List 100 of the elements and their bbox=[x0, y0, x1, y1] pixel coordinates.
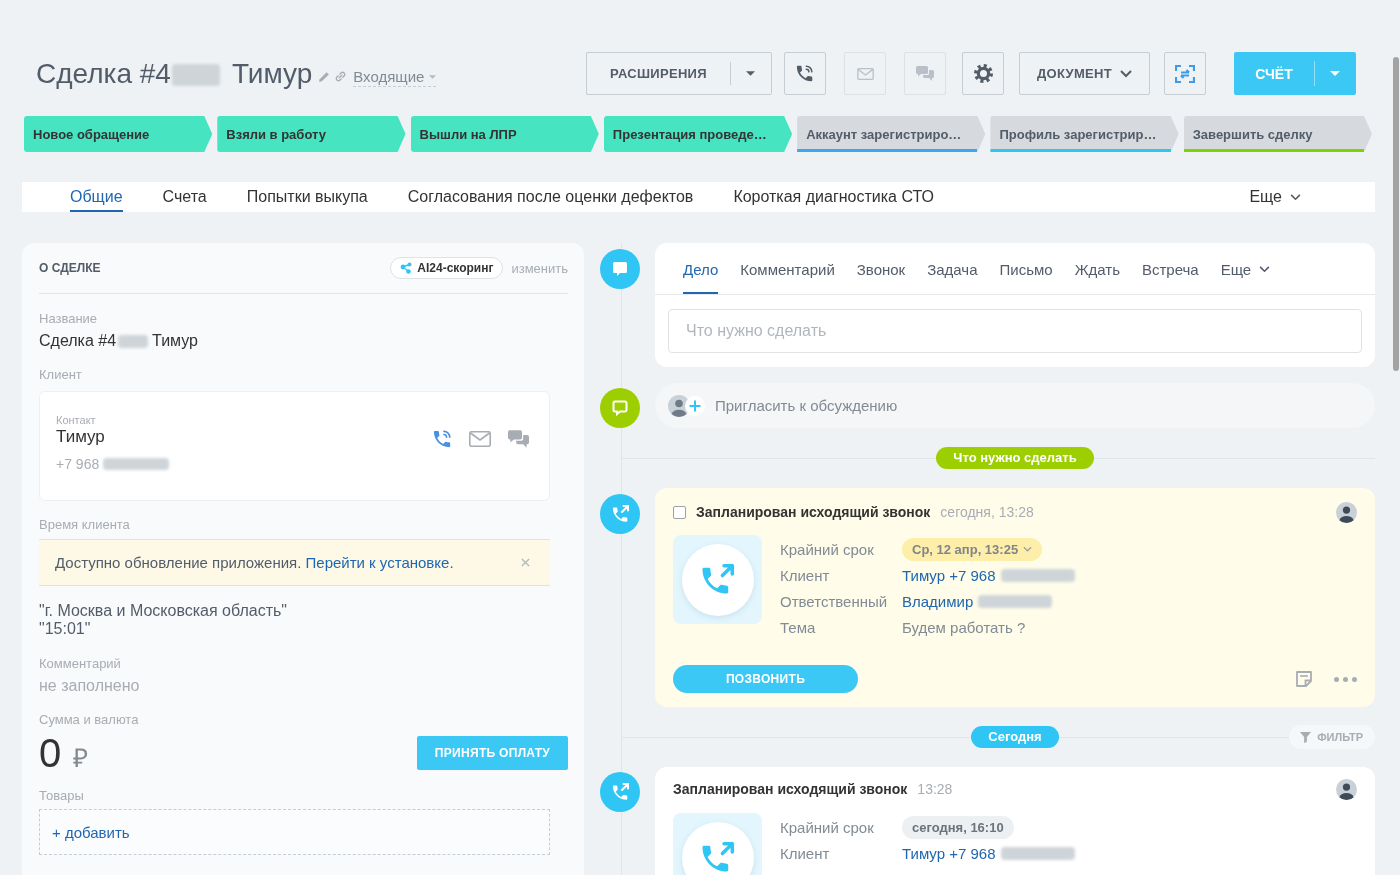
scoring-button[interactable]: AI24-скоринг bbox=[390, 257, 504, 279]
deal-name-value: Сделка #4 bbox=[39, 331, 117, 351]
close-icon[interactable] bbox=[521, 558, 530, 567]
caret-icon bbox=[746, 71, 755, 76]
scrollbar-thumb[interactable] bbox=[1393, 57, 1399, 371]
field-link[interactable]: Тимур +7 968 bbox=[902, 566, 996, 584]
invoice-menu-button[interactable] bbox=[1314, 52, 1356, 95]
outgoing-call-icon bbox=[600, 772, 640, 812]
field-label: Комментарий bbox=[39, 656, 122, 672]
tab[interactable]: Согласования после оценки дефектов bbox=[407, 182, 694, 212]
comment-icon bbox=[600, 388, 640, 428]
composer-tab[interactable]: Ждать bbox=[1074, 243, 1120, 294]
corner-arrows-icon bbox=[1175, 64, 1195, 83]
contact-name-link[interactable]: Тимур bbox=[56, 427, 433, 447]
composer-tab[interactable]: Комментарий bbox=[740, 243, 835, 294]
client-region: "г. Москва и Московская область" bbox=[39, 602, 288, 620]
field-label: Товары bbox=[39, 788, 85, 804]
outgoing-call-icon bbox=[600, 494, 640, 534]
avatar-icon[interactable] bbox=[1336, 778, 1357, 800]
extensions-button[interactable]: РАСШИРЕНИЯ bbox=[586, 52, 730, 95]
deal-title: Тимур bbox=[231, 57, 313, 90]
note-icon[interactable] bbox=[1295, 670, 1313, 688]
composer-tab[interactable]: Письмо bbox=[999, 243, 1053, 294]
field-value: Будем работать ? bbox=[902, 618, 1026, 636]
chevron-down-icon bbox=[1023, 546, 1033, 552]
plus-icon bbox=[685, 395, 705, 416]
comment-value: не заполнено bbox=[39, 676, 141, 696]
filter-icon bbox=[1300, 731, 1312, 743]
checkbox[interactable] bbox=[673, 505, 686, 519]
section-label: Сегодня bbox=[971, 726, 1059, 748]
activity-title: Запланирован исходящий звонок bbox=[673, 781, 908, 797]
field-label: Клиент bbox=[780, 566, 831, 584]
composer-tab[interactable]: Задача bbox=[927, 243, 978, 294]
chevron-down-icon bbox=[1259, 266, 1271, 273]
task-input[interactable]: Что нужно сделать bbox=[668, 309, 1362, 353]
field-link[interactable]: Владимир bbox=[902, 592, 974, 610]
composer-tab[interactable]: Звонок bbox=[856, 243, 906, 294]
field-label: Крайний срок bbox=[780, 540, 875, 558]
chevron-down-icon bbox=[1119, 69, 1132, 78]
currency-symbol: ₽ bbox=[73, 742, 89, 775]
deadline-badge: сегодня, 16:10 bbox=[902, 815, 1014, 839]
client-time: "15:01" bbox=[39, 620, 92, 638]
nodes-icon bbox=[400, 262, 413, 274]
stage-button[interactable]: Презентация проведе… bbox=[603, 116, 793, 152]
stage-button[interactable]: Аккаунт зарегистриро… bbox=[797, 116, 986, 152]
tab[interactable]: Короткая диагностика СТО bbox=[733, 182, 934, 212]
products-field[interactable]: + добавить bbox=[39, 809, 550, 855]
category-dropdown[interactable]: Входящие bbox=[353, 68, 437, 87]
tab[interactable]: Попытки выкупа bbox=[246, 182, 368, 212]
contact-phone: +7 968 bbox=[56, 455, 100, 473]
tab[interactable]: Общие bbox=[70, 182, 123, 212]
mail-icon[interactable] bbox=[469, 431, 491, 447]
mail-icon bbox=[856, 67, 874, 80]
document-button[interactable]: ДОКУМЕНТ bbox=[1019, 52, 1150, 95]
field-label: Крайний срок bbox=[780, 818, 875, 836]
call-button[interactable] bbox=[784, 52, 826, 95]
tab[interactable]: Счета bbox=[162, 182, 207, 212]
caret-icon bbox=[1330, 71, 1340, 76]
stage-button[interactable]: Вышли на ЛПР bbox=[410, 116, 599, 152]
stage-button[interactable]: Взяли в работу bbox=[217, 116, 406, 152]
more-tabs-button[interactable]: Еще bbox=[1249, 182, 1301, 212]
amount-value: 0 bbox=[39, 734, 62, 772]
install-link[interactable]: Перейти к установке. bbox=[305, 554, 454, 571]
notice-text: Доступно обновление приложения. Перейти к установке. bbox=[55, 554, 455, 571]
field-label: Ответственный bbox=[780, 592, 889, 610]
contact-type-label: Контакт bbox=[56, 413, 97, 427]
avatar-icon[interactable] bbox=[1336, 501, 1357, 523]
more-tabs-button[interactable]: Еще bbox=[1220, 243, 1271, 294]
chat-icon bbox=[916, 66, 934, 81]
add-product-link[interactable]: + добавить bbox=[52, 823, 130, 841]
field-link[interactable]: Тимур +7 968 bbox=[902, 844, 996, 862]
field-label: Сумма и валюта bbox=[39, 712, 140, 728]
deal-title: Сделка #4 bbox=[36, 57, 171, 90]
more-icon[interactable] bbox=[1334, 676, 1357, 682]
invite-button[interactable]: Пригласить к обсуждению bbox=[655, 383, 1375, 428]
deadline-dropdown[interactable]: Ср, 12 апр, 13:25 bbox=[902, 537, 1043, 561]
link-icon[interactable] bbox=[335, 71, 347, 82]
stage-button[interactable]: Завершить сделку bbox=[1183, 116, 1372, 152]
settings-button[interactable] bbox=[962, 52, 1004, 95]
field-label: Тема bbox=[780, 618, 817, 636]
section-label: Что нужно сделать bbox=[936, 447, 1094, 469]
activity-time: сегодня, 13:28 bbox=[940, 504, 1034, 520]
field-label: Название bbox=[39, 311, 99, 327]
phone-icon bbox=[796, 64, 814, 83]
convert-button[interactable] bbox=[1164, 52, 1206, 95]
phone-icon[interactable] bbox=[433, 429, 452, 449]
chat-icon[interactable] bbox=[508, 430, 529, 448]
deal-name-value: Тимур bbox=[152, 331, 198, 351]
field-label: Клиент bbox=[780, 844, 831, 862]
pencil-icon[interactable] bbox=[319, 71, 331, 82]
composer-tab[interactable]: Дело bbox=[683, 243, 719, 294]
composer-tab[interactable]: Встреча bbox=[1141, 243, 1199, 294]
chevron-down-icon bbox=[1290, 193, 1301, 201]
activity-title: Запланирован исходящий звонок bbox=[696, 504, 931, 520]
field-label: Время клиента bbox=[39, 517, 131, 533]
caret-icon bbox=[429, 74, 437, 79]
stage-button[interactable]: Новое обращение bbox=[24, 116, 213, 152]
stage-button[interactable]: Профиль зарегистрир… bbox=[990, 116, 1179, 152]
outgoing-call-icon bbox=[673, 535, 762, 624]
extensions-menu-button[interactable] bbox=[730, 52, 772, 95]
